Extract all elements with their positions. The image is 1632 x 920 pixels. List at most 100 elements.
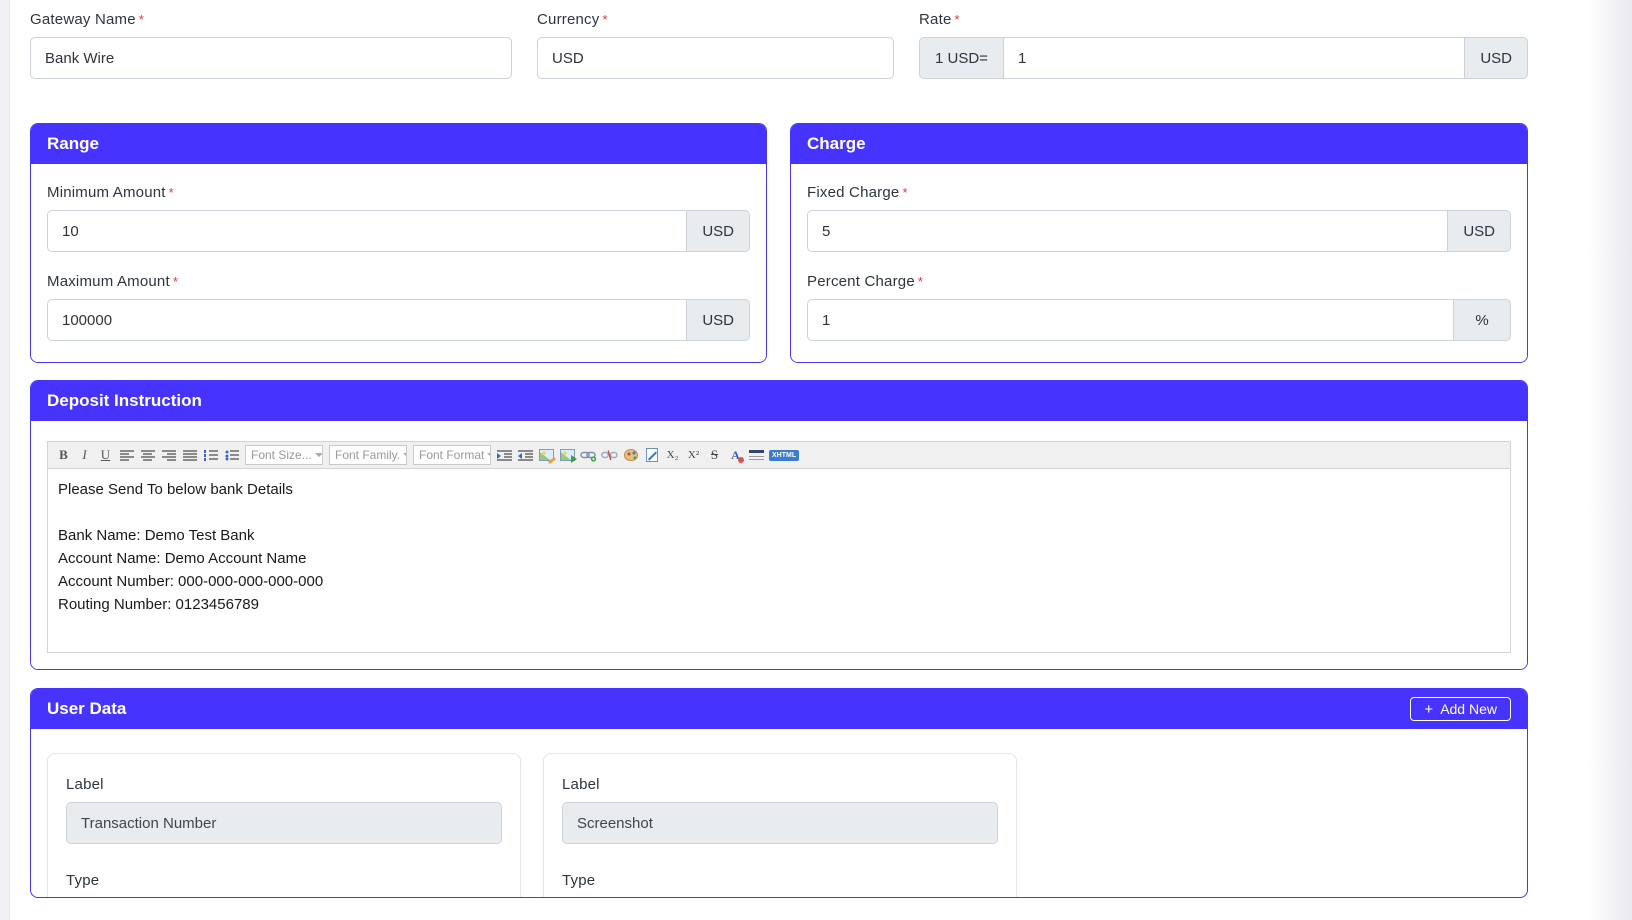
required-asterisk: *: [902, 185, 907, 200]
chevron-down-icon: [487, 453, 491, 457]
font-size-select[interactable]: Font Size...: [245, 445, 323, 465]
align-left-button[interactable]: [117, 446, 136, 465]
gateway-name-label: Gateway Name*: [30, 11, 512, 28]
gateway-name-label-text: Gateway Name: [30, 11, 136, 28]
subscript-button[interactable]: X₂: [663, 446, 682, 465]
fixed-charge-field: Fixed Charge* USD: [807, 184, 1511, 252]
currency-label-text: Currency: [537, 11, 599, 28]
required-asterisk: *: [955, 12, 960, 27]
gateway-edit-page: Gateway Name* Currency* Rate* 1 USD= USD: [0, 0, 1632, 920]
rate-suffix-addon: USD: [1465, 37, 1528, 79]
maximum-amount-field: Maximum Amount* USD: [47, 273, 750, 341]
minimum-amount-input[interactable]: [47, 210, 687, 252]
upload-image-button[interactable]: [537, 446, 556, 465]
font-format-select-value: Font Format: [419, 448, 484, 462]
minimum-amount-field: Minimum Amount* USD: [47, 184, 750, 252]
gateway-name-input[interactable]: [30, 37, 512, 79]
font-family-select[interactable]: Font Family.: [329, 445, 407, 465]
maximum-amount-suffix: USD: [687, 299, 750, 341]
horizontal-rule-icon: [749, 450, 764, 460]
editor-content[interactable]: Please Send To below bank Details Bank N…: [48, 469, 1510, 652]
remove-link-button[interactable]: [600, 446, 619, 465]
minimum-amount-label-text: Minimum Amount: [47, 184, 166, 201]
minimum-amount-label: Minimum Amount*: [47, 184, 750, 201]
html-source-icon: XHTML: [769, 450, 799, 461]
italic-button[interactable]: I: [75, 446, 94, 465]
maximum-amount-label: Maximum Amount*: [47, 273, 750, 290]
underline-button[interactable]: U: [96, 446, 115, 465]
align-right-button[interactable]: [159, 446, 178, 465]
user-data-label-input[interactable]: Transaction Number: [66, 802, 502, 844]
editor-line: Routing Number: 0123456789: [58, 593, 1500, 616]
rate-input[interactable]: [1003, 37, 1465, 79]
user-data-label-input[interactable]: Screenshot: [562, 802, 998, 844]
user-data-body: Label Transaction Number Type Label Scre…: [31, 729, 1527, 898]
upload-image-icon: [539, 449, 554, 461]
editor-toolbar: B I U Font Size... Font Family. Font For…: [48, 442, 1510, 469]
charge-card-header: Charge: [791, 124, 1527, 164]
plus-icon: +: [1424, 702, 1433, 717]
insert-link-icon: [580, 449, 597, 462]
currency-label: Currency*: [537, 11, 894, 28]
fixed-charge-input[interactable]: [807, 210, 1448, 252]
currency-input[interactable]: [537, 37, 894, 79]
deposit-instruction-header: Deposit Instruction: [31, 381, 1527, 421]
horizontal-rule-button[interactable]: [747, 446, 766, 465]
percent-charge-input[interactable]: [807, 299, 1454, 341]
superscript-button[interactable]: X²: [684, 446, 703, 465]
text-color-button[interactable]: [621, 446, 640, 465]
add-new-button[interactable]: + Add New: [1410, 697, 1511, 721]
gateway-top-form-row: Gateway Name* Currency* Rate* 1 USD= USD: [30, 0, 1528, 79]
charge-card-title: Charge: [807, 134, 866, 154]
range-card: Range Minimum Amount* USD Maximum Amount…: [30, 123, 767, 363]
strikethrough-button[interactable]: S: [705, 446, 724, 465]
fixed-charge-group: USD: [807, 210, 1511, 252]
ordered-list-button[interactable]: [201, 446, 220, 465]
add-new-button-label: Add New: [1440, 701, 1497, 717]
html-source-button[interactable]: XHTML: [768, 446, 800, 465]
insert-link-button[interactable]: [579, 446, 598, 465]
percent-charge-field: Percent Charge* %: [807, 273, 1511, 341]
remove-format-button[interactable]: A: [726, 446, 745, 465]
bold-button[interactable]: B: [54, 446, 73, 465]
required-asterisk: *: [169, 185, 174, 200]
align-justify-button[interactable]: [180, 446, 199, 465]
maximum-amount-input[interactable]: [47, 299, 687, 341]
align-justify-icon: [183, 450, 197, 461]
rich-text-editor: B I U Font Size... Font Family. Font For…: [47, 441, 1511, 653]
align-center-icon: [141, 450, 155, 461]
percent-charge-label-text: Percent Charge: [807, 273, 915, 290]
minimum-amount-group: USD: [47, 210, 750, 252]
font-format-select[interactable]: Font Format: [413, 445, 491, 465]
page-right-gutter: [1588, 0, 1632, 920]
editor-line: Account Name: Demo Account Name: [58, 547, 1500, 570]
align-center-button[interactable]: [138, 446, 157, 465]
required-asterisk: *: [173, 274, 178, 289]
user-data-item: Label Transaction Number Type: [47, 753, 521, 898]
user-data-header: User Data + Add New: [31, 689, 1527, 729]
edit-source-button[interactable]: [642, 446, 661, 465]
user-data-type-title: Type: [66, 872, 502, 889]
editor-line: Bank Name: Demo Test Bank: [58, 524, 1500, 547]
minimum-amount-suffix: USD: [687, 210, 750, 252]
maximum-amount-group: USD: [47, 299, 750, 341]
remove-link-icon: [601, 449, 618, 462]
chevron-down-icon: [315, 453, 323, 457]
gateway-name-field: Gateway Name*: [30, 11, 512, 79]
editor-line: [58, 501, 1500, 524]
deposit-instruction-body: B I U Font Size... Font Family. Font For…: [31, 421, 1527, 669]
percent-charge-label: Percent Charge*: [807, 273, 1511, 290]
outdent-button[interactable]: [516, 446, 535, 465]
editor-line: Please Send To below bank Details: [58, 478, 1500, 501]
rate-prefix-addon: 1 USD=: [919, 37, 1003, 79]
chevron-down-icon: [403, 453, 407, 457]
user-data-label-title: Label: [562, 776, 998, 793]
range-card-title: Range: [47, 134, 99, 154]
align-left-icon: [120, 450, 134, 461]
unordered-list-button[interactable]: [222, 446, 241, 465]
indent-button[interactable]: [495, 446, 514, 465]
rate-label: Rate*: [919, 11, 1528, 28]
insert-image-button[interactable]: [558, 446, 577, 465]
unordered-list-icon: [225, 450, 239, 461]
edit-page-icon: [646, 448, 658, 462]
